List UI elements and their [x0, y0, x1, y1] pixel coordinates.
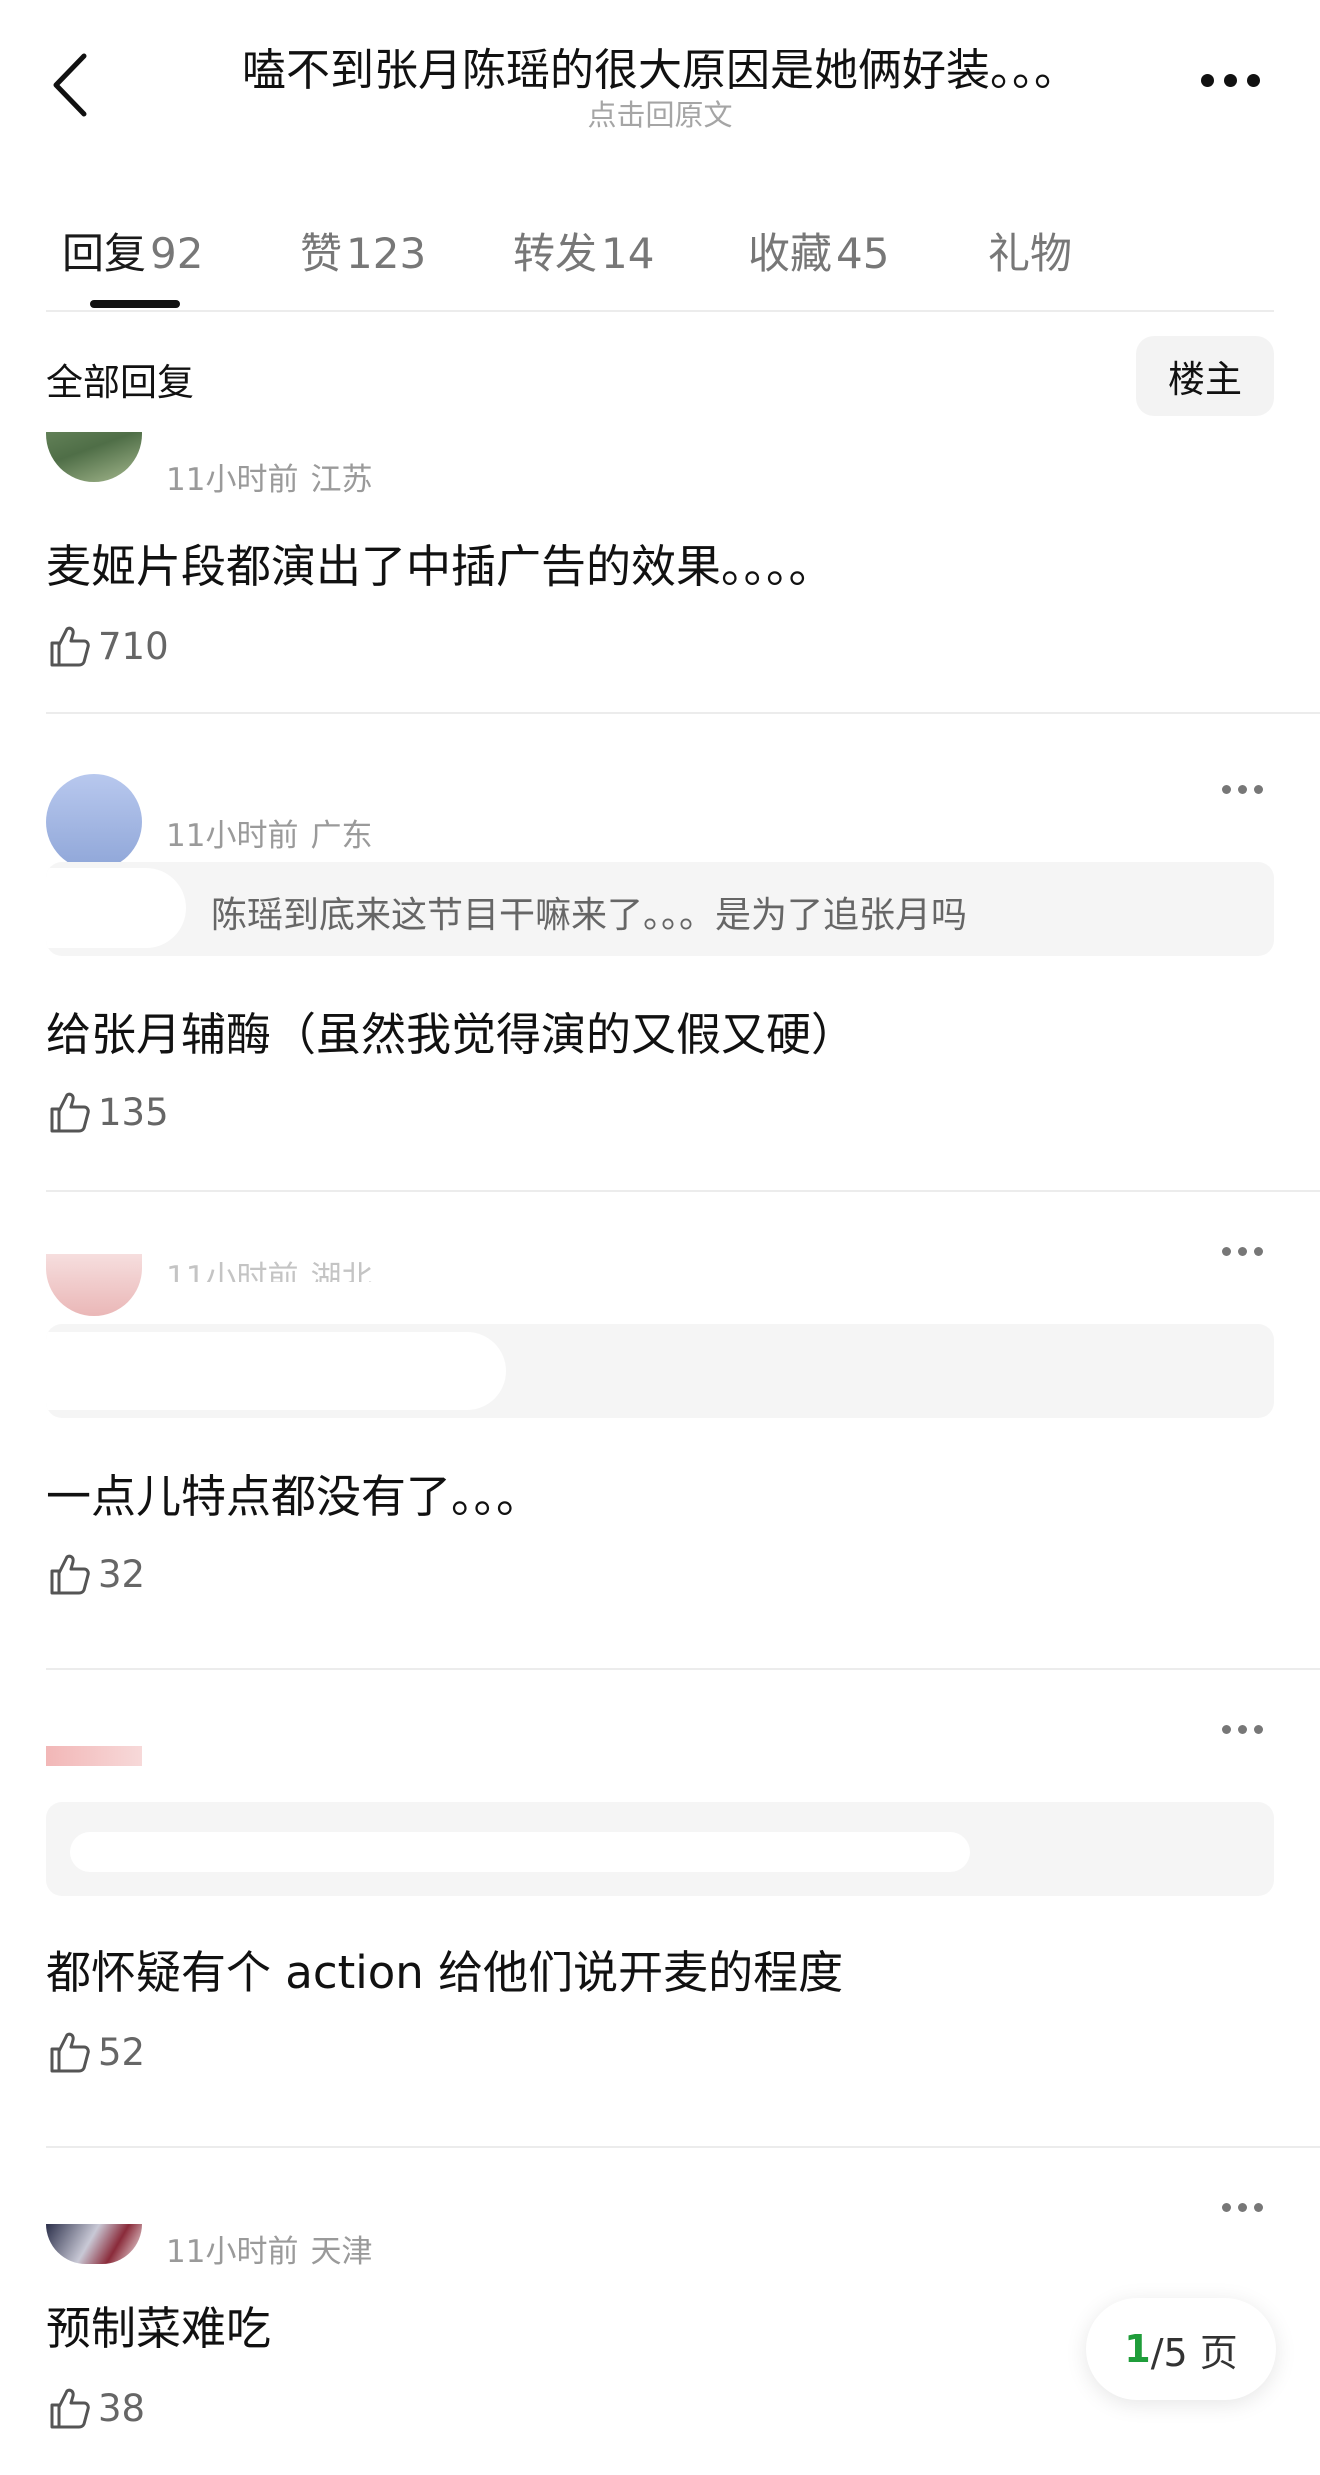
redaction-mask	[46, 1332, 506, 1410]
tab-likes[interactable]: 赞123	[300, 220, 426, 281]
more-icon-dot	[1237, 784, 1247, 794]
back-to-original-link[interactable]: 点击回原文	[180, 92, 1140, 134]
more-icon-dot	[1253, 1246, 1263, 1256]
thumbs-up-icon	[50, 1554, 90, 1595]
more-icon	[1221, 2202, 1231, 2212]
comment-more-button[interactable]	[1212, 774, 1272, 804]
tab-reposts[interactable]: 转发14	[513, 220, 654, 281]
redaction-mask	[46, 868, 186, 948]
like-button[interactable]: 38	[46, 2380, 145, 2436]
comment-meta: 11小时前 江苏	[166, 454, 372, 499]
comment-location: 江苏	[310, 462, 373, 498]
back-button[interactable]	[40, 40, 100, 130]
thumbs-up-icon	[50, 626, 90, 667]
more-icon-dot	[1237, 2202, 1247, 2212]
more-icon	[1221, 784, 1231, 794]
active-tab-indicator	[90, 300, 180, 308]
avatar[interactable]	[46, 774, 142, 870]
tab-replies[interactable]: 回复92	[62, 220, 203, 281]
redaction-mask	[70, 1832, 970, 1872]
tab-label: 回复	[62, 229, 147, 278]
comment-meta: 11小时前 湖北	[166, 1252, 372, 1282]
current-page: 1	[1124, 2327, 1151, 2371]
page-indicator[interactable]: 1/5 页	[1086, 2298, 1276, 2400]
like-count: 710	[98, 624, 169, 668]
comment-text: 预制菜难吃	[46, 2302, 272, 2355]
tab-gifts[interactable]: 礼物	[988, 220, 1072, 281]
comment-time: 11小时前	[166, 818, 299, 854]
more-icon	[1221, 1246, 1231, 1256]
all-replies-label: 全部回复	[46, 361, 194, 404]
like-button[interactable]: 710	[46, 618, 169, 674]
comment-location: 广东	[310, 818, 373, 854]
like-button[interactable]: 32	[46, 1546, 145, 1602]
tab-count: 14	[601, 229, 655, 278]
thumbs-up-icon	[50, 1092, 90, 1133]
more-icon-dot	[1223, 73, 1237, 87]
post-title[interactable]: 嗑不到张月陈瑶的很大原因是她俩好装。。。	[180, 34, 1140, 98]
comment-text: 都怀疑有个 action 给他们说开麦的程度	[46, 1946, 844, 1999]
avatar[interactable]	[46, 432, 142, 482]
quoted-text: 陈瑶到底来这节目干嘛来了。。。是为了追张月吗	[211, 895, 968, 936]
more-icon-dot	[1246, 73, 1260, 87]
comment-location: 湖北	[310, 1260, 373, 1282]
tab-label: 收藏	[748, 229, 833, 278]
more-icon	[1221, 1724, 1231, 1734]
comment-text: 麦姬片段都演出了中插广告的效果。。。。	[46, 540, 834, 593]
comment-meta: 11小时前 天津	[166, 2226, 372, 2271]
more-options-button[interactable]	[1190, 60, 1270, 100]
reply-filter-bar: 全部回复 楼主	[0, 312, 1320, 432]
comment-text: 一点儿特点都没有了。。。	[46, 1470, 542, 1523]
comment-more-button[interactable]	[1212, 2192, 1272, 2222]
more-icon-dot	[1253, 1724, 1263, 1734]
more-icon-dot	[1253, 2202, 1263, 2212]
more-icon-dot	[1237, 1246, 1247, 1256]
tab-label: 礼物	[988, 229, 1073, 278]
comment-item: 都怀疑有个 action 给他们说开麦的程度 52	[0, 1670, 1320, 2148]
total-pages: /5 页	[1150, 2330, 1238, 2375]
owner-only-button[interactable]: 楼主	[1136, 336, 1274, 416]
more-icon-dot	[1237, 1724, 1247, 1734]
comment-item: 11小时前 广东 陈瑶到底来这节目干嘛来了。。。是为了追张月吗 给张月辅酶（虽然我…	[0, 714, 1320, 1192]
comment-item: 11小时前 湖北 一点儿特点都没有了。。。 32	[0, 1192, 1320, 1670]
tab-count: 45	[836, 229, 890, 278]
thumbs-up-icon	[50, 2388, 90, 2429]
like-count: 52	[98, 2030, 146, 2074]
like-button[interactable]: 52	[46, 2024, 145, 2080]
like-count: 38	[98, 2386, 146, 2430]
tab-favorites[interactable]: 收藏45	[748, 220, 889, 281]
tab-bar: 回复92 赞123 转发14 收藏45 礼物	[0, 200, 1320, 310]
tab-label: 赞	[300, 229, 343, 278]
tab-count: 92	[150, 229, 204, 278]
comment-more-button[interactable]	[1212, 1714, 1272, 1744]
comment-time: 11小时前	[166, 462, 299, 498]
like-count: 32	[98, 1552, 146, 1596]
comment-list[interactable]: 11小时前 江苏 麦姬片段都演出了中插广告的效果。。。。 710 11小时前 广东 …	[0, 432, 1320, 2475]
comment-item: 11小时前 江苏 麦姬片段都演出了中插广告的效果。。。。 710	[0, 432, 1320, 714]
avatar[interactable]	[46, 1254, 142, 1316]
comment-time: 11小时前	[166, 2234, 299, 2270]
avatar[interactable]	[46, 1746, 142, 1766]
quoted-reply[interactable]: 陈瑶到底来这节目干嘛来了。。。是为了追张月吗	[46, 862, 1274, 956]
like-count: 135	[98, 1090, 169, 1134]
quoted-reply[interactable]	[46, 1324, 1274, 1418]
comment-location: 天津	[310, 2234, 373, 2270]
thumbs-up-icon	[50, 2032, 90, 2073]
quoted-reply[interactable]	[46, 1802, 1274, 1896]
like-button[interactable]: 135	[46, 1084, 169, 1140]
comment-more-button[interactable]	[1212, 1236, 1272, 1266]
top-bar: 嗑不到张月陈瑶的很大原因是她俩好装。。。 点击回原文	[0, 0, 1320, 160]
comment-time: 11小时前	[166, 1260, 299, 1282]
comment-text: 给张月辅酶（虽然我觉得演的又假又硬）	[46, 1008, 857, 1061]
chevron-left-icon	[53, 53, 87, 117]
avatar[interactable]	[46, 2224, 142, 2264]
more-icon-dot	[1253, 784, 1263, 794]
tab-label: 转发	[513, 229, 598, 278]
comment-meta: 11小时前 广东	[166, 810, 372, 855]
more-icon	[1200, 73, 1214, 87]
tab-count: 123	[346, 229, 427, 278]
